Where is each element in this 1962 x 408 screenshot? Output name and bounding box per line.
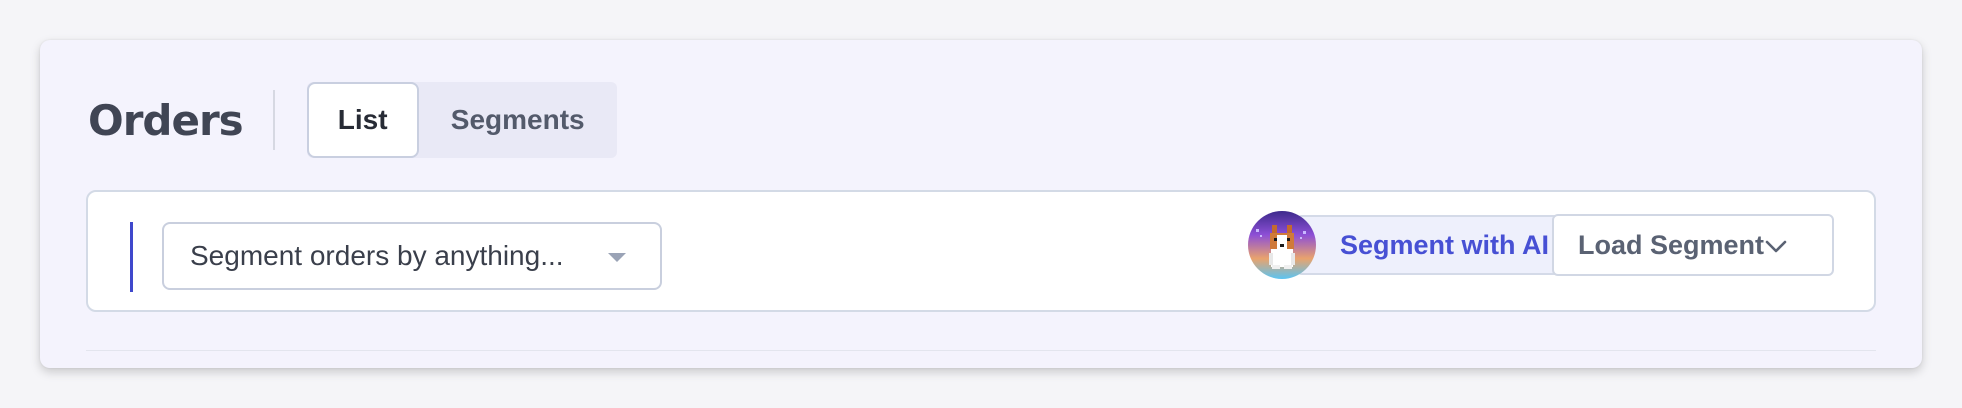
chevron-down-icon [1765, 240, 1787, 253]
segment-select-placeholder: Segment orders by anything... [190, 240, 564, 271]
load-segment-label: Load Segment [1578, 229, 1765, 260]
segment-with-ai-button[interactable]: Segment with AI [1296, 215, 1582, 275]
tab-list[interactable]: List [306, 82, 419, 158]
view-tabs: List Segments [306, 82, 617, 158]
page-title: Orders [88, 95, 244, 145]
accent-bar [130, 222, 133, 292]
segment-toolbar: Segment orders by anything... Segment wi… [86, 190, 1876, 312]
caret-down-icon [608, 253, 626, 262]
title-divider [272, 90, 275, 150]
corgi-avatar-icon [1248, 211, 1316, 279]
page-header: Orders List Segments [88, 82, 617, 158]
segment-with-ai-group: Segment with AI [1248, 211, 1582, 279]
tab-segments[interactable]: Segments [419, 82, 617, 158]
load-segment-button[interactable]: Load Segment [1552, 214, 1834, 276]
segment-select[interactable]: Segment orders by anything... [162, 222, 662, 290]
orders-panel: Orders List Segments Segment orders by a… [40, 40, 1922, 368]
section-divider [86, 350, 1876, 351]
